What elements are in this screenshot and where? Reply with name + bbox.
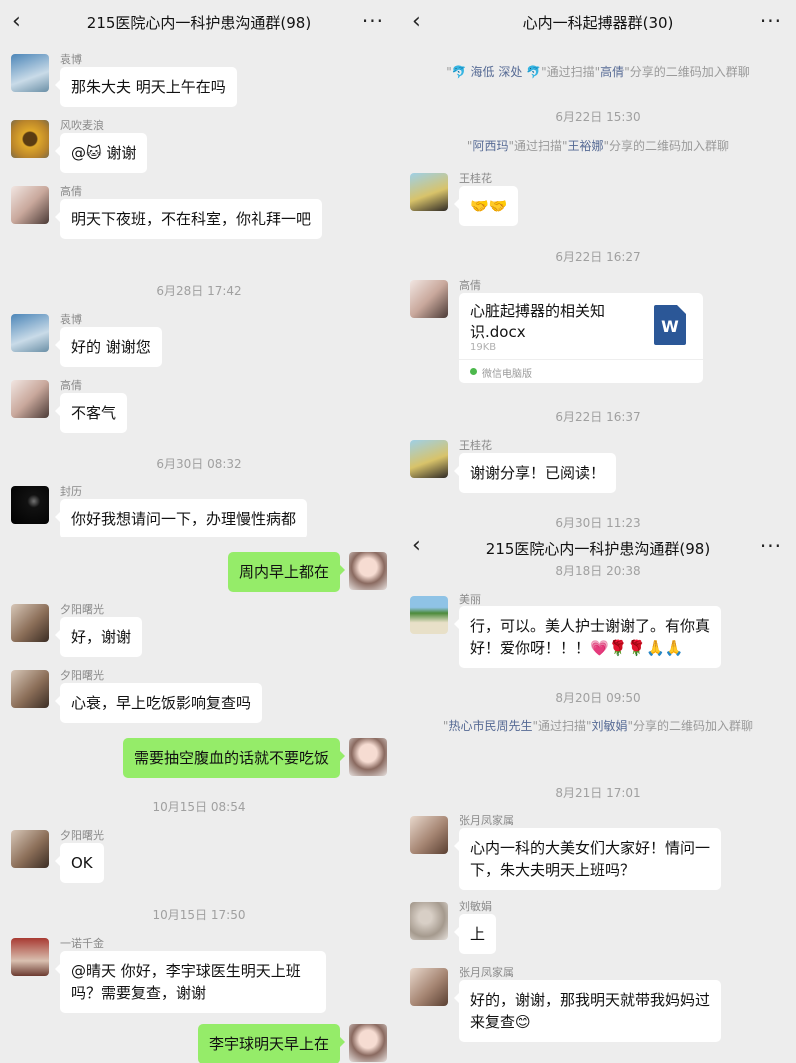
timestamp: 6月30日 11:23 — [555, 516, 641, 530]
timestamp: 10月15日 17:50 — [152, 908, 246, 922]
message-bubble[interactable]: @晴天 你好，李宇球医生明天上班吗？需要复查，谢谢 — [55, 951, 326, 1013]
chat-panel-left: ‹ 215医院心内一科护患沟通群(98) ··· 袁博 那朱大夫 明天上午在吗 … — [0, 0, 398, 1063]
message-bubble[interactable]: 心内一科的大美女们大家好！情问一下，朱大夫明天上班吗？ — [454, 828, 721, 890]
my-avatar[interactable] — [349, 552, 387, 590]
sender-name: 一诺千金 — [60, 937, 104, 950]
file-source: 微信电脑版 — [482, 369, 532, 380]
avatar[interactable] — [11, 314, 49, 352]
user-link[interactable]: 🐬 海低 深处 🐬 — [452, 65, 541, 79]
sender-name: 袁博 — [60, 53, 82, 66]
sender-name: 夕阳曙光 — [60, 603, 104, 616]
sender-name: 王桂花 — [459, 172, 492, 185]
chat-header: ‹ 215医院心内一科护患沟通群(98) ··· — [400, 532, 796, 562]
system-notice: "阿西玛"通过扫描"王裕娜"分享的二维码加入群聊 — [466, 139, 730, 153]
word-doc-icon: W — [654, 305, 686, 345]
message-bubble[interactable]: OK — [55, 843, 104, 883]
timestamp: 6月22日 16:27 — [555, 250, 641, 264]
sender-name: 封历 — [60, 485, 82, 498]
message-bubble[interactable]: 你好我想请问一下，办理慢性病都 — [54, 499, 308, 537]
more-icon[interactable]: ··· — [760, 534, 782, 558]
timestamp: 6月28日 17:42 — [156, 284, 242, 298]
divider — [459, 359, 703, 360]
timestamp: 10月15日 08:54 — [152, 800, 246, 814]
avatar[interactable] — [11, 380, 49, 418]
chat-header: ‹ 心内一科起搏器群(30) ··· — [400, 0, 796, 44]
my-avatar[interactable] — [349, 1024, 387, 1062]
message-bubble[interactable]: 不客气 — [54, 393, 128, 433]
message-bubble[interactable]: @🐱 谢谢 — [54, 133, 148, 173]
avatar[interactable] — [11, 120, 49, 158]
chat-panel-top-right: ‹ 心内一科起搏器群(30) ··· "🐬 海低 深处 🐬"通过扫描"高倩"分享… — [400, 0, 796, 532]
message-bubble[interactable]: 好，谢谢 — [54, 617, 143, 657]
sender-name: 夕阳曙光 — [60, 829, 104, 842]
chat-title: 心内一科起搏器群(30) — [522, 14, 674, 32]
avatar[interactable] — [410, 440, 448, 478]
more-icon[interactable]: ··· — [362, 9, 384, 33]
chat-header: ‹ 215医院心内一科护患沟通群(98) ··· — [0, 0, 398, 44]
avatar[interactable] — [410, 596, 448, 634]
chat-panel-bottom-right: ‹ 215医院心内一科护患沟通群(98) ··· 8月18日 20:38 美丽 … — [400, 532, 796, 1063]
cropped-message: 你好我想请问一下，办理慢性病都 — [0, 499, 398, 537]
file-size: 19KB — [470, 342, 497, 353]
back-icon[interactable]: ‹ — [12, 9, 21, 34]
avatar[interactable] — [11, 604, 49, 642]
user-link[interactable]: 王裕娜 — [568, 139, 604, 153]
system-notice: "热心市民周先生"通过扫描"刘敏娟"分享的二维码加入群聊 — [442, 719, 754, 733]
message-bubble[interactable]: 行，可以。美人护士谢谢了。有你真好！爱你呀！！！💗🌹🌹🙏🙏 — [454, 606, 721, 668]
sender-name: 风吹麦浪 — [60, 119, 104, 132]
message-bubble[interactable]: 好的，谢谢，那我明天就带我妈妈过来复查😊 — [454, 980, 721, 1042]
sender-name: 袁博 — [60, 313, 82, 326]
message-bubble[interactable]: 好的 谢谢您 — [55, 327, 162, 367]
timestamp: 8月18日 20:38 — [555, 564, 641, 578]
avatar[interactable] — [11, 938, 49, 976]
avatar[interactable] — [410, 280, 448, 318]
timestamp: 8月21日 17:01 — [555, 786, 641, 800]
sender-name: 高倩 — [60, 379, 82, 392]
message-bubble[interactable]: 明天下夜班，不在科室，你礼拜一吧 — [55, 199, 322, 239]
avatar[interactable] — [410, 173, 448, 211]
user-link[interactable]: 刘敏娟 — [592, 719, 628, 733]
avatar[interactable] — [11, 54, 49, 92]
chat-title: 215医院心内一科护患沟通群(98) — [485, 540, 711, 558]
message-bubble[interactable]: 那朱大夫 明天上午在吗 — [55, 67, 237, 107]
my-message-bubble[interactable]: 李宇球明天早上在 — [197, 1024, 346, 1063]
more-icon[interactable]: ··· — [760, 9, 782, 33]
sender-name: 夕阳曙光 — [60, 669, 104, 682]
timestamp: 6月22日 16:37 — [555, 410, 641, 424]
sender-name: 张月凤家属 — [459, 814, 514, 827]
sender-name: 美丽 — [459, 593, 481, 606]
sender-name: 刘敏娟 — [459, 900, 492, 913]
avatar[interactable] — [410, 902, 448, 940]
avatar[interactable] — [11, 830, 49, 868]
message-bubble[interactable]: 谢谢分享！已阅读！ — [453, 453, 617, 493]
my-avatar[interactable] — [349, 738, 387, 776]
my-message-bubble[interactable]: 需要抽空腹血的话就不要吃饭 — [122, 738, 346, 778]
back-icon[interactable]: ‹ — [412, 533, 421, 558]
timestamp: 6月22日 15:30 — [555, 110, 641, 124]
sender-name: 王桂花 — [459, 439, 492, 452]
sender-name: 高倩 — [459, 279, 481, 292]
avatar[interactable] — [410, 816, 448, 854]
file-message[interactable]: 心脏起搏器的相关知识.docx 19KB W 微信电脑版 — [459, 293, 703, 383]
message-bubble[interactable]: 🤝🤝 — [453, 186, 519, 226]
message-bubble[interactable]: 心衰，早上吃饭影响复查吗 — [54, 683, 263, 723]
my-message-bubble[interactable]: 周内早上都在 — [227, 552, 346, 592]
user-link[interactable]: 热心市民周先生 — [448, 719, 532, 733]
timestamp: 8月20日 09:50 — [555, 691, 641, 705]
sender-name: 张月凤家属 — [459, 966, 514, 979]
user-link[interactable]: 高倩 — [600, 65, 624, 79]
user-link[interactable]: 阿西玛 — [472, 139, 508, 153]
message-bubble[interactable]: 上 — [453, 914, 497, 954]
timestamp: 6月30日 08:32 — [156, 457, 242, 471]
avatar[interactable] — [11, 186, 49, 224]
system-notice: "🐬 海低 深处 🐬"通过扫描"高倩"分享的二维码加入群聊 — [446, 65, 750, 79]
file-name: 心脏起搏器的相关知识.docx — [470, 302, 606, 341]
back-icon[interactable]: ‹ — [412, 9, 421, 34]
avatar[interactable] — [410, 968, 448, 1006]
wechat-icon — [470, 368, 477, 375]
sender-name: 高倩 — [60, 185, 82, 198]
avatar[interactable] — [11, 670, 49, 708]
chat-title: 215医院心内一科护患沟通群(98) — [86, 14, 312, 32]
